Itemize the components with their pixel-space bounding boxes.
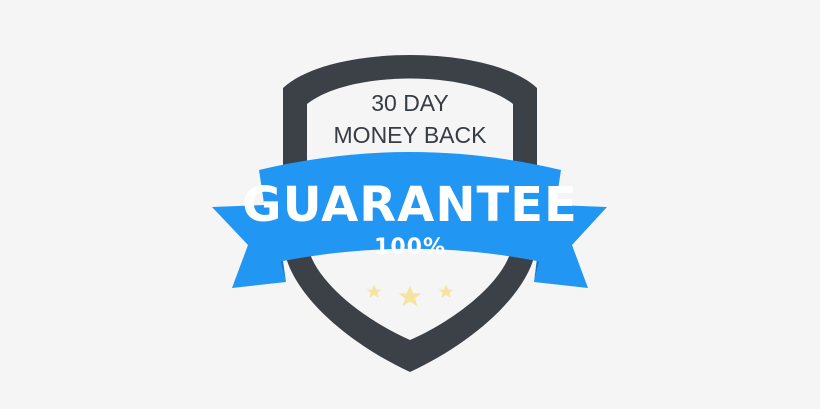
guarantee-badge: 30 DAY MONEY BACK GUARANTEE 100% xyxy=(0,0,820,409)
badge-line1: 30 DAY xyxy=(371,90,449,116)
badge-percent: 100% xyxy=(374,235,446,260)
badge-line2: MONEY BACK xyxy=(334,122,488,148)
guarantee-badge-graphic: 30 DAY MONEY BACK GUARANTEE 100% xyxy=(212,55,607,372)
badge-headline: GUARANTEE xyxy=(242,177,578,233)
